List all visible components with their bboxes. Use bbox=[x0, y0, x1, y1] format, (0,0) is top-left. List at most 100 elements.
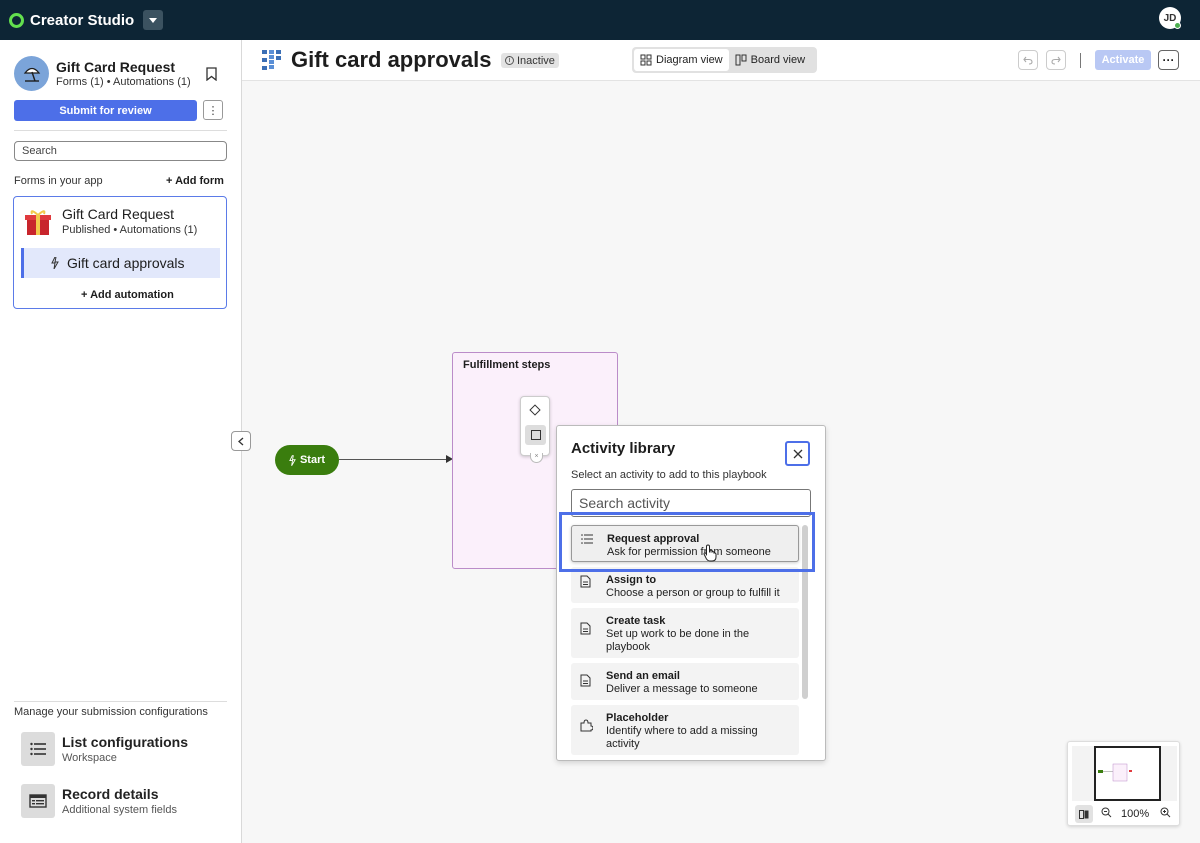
view-toggle: Diagram view Board view bbox=[632, 47, 817, 73]
diagram-view-button[interactable]: Diagram view bbox=[634, 49, 729, 71]
minimap-viewport[interactable] bbox=[1072, 746, 1177, 801]
activity-create-task[interactable]: Create task Set up work to be done in th… bbox=[571, 608, 799, 658]
app-subtitle: Forms (1) • Automations (1) bbox=[56, 76, 191, 88]
caret-down-icon bbox=[149, 17, 158, 23]
minimap-frame[interactable] bbox=[1094, 746, 1161, 801]
playbook-header: Gift card approvals i Inactive Diagram v… bbox=[242, 40, 1200, 81]
activity-title: Create task bbox=[606, 615, 666, 627]
activity-description: Choose a person or group to fulfill it bbox=[606, 587, 780, 599]
start-node[interactable]: Start bbox=[275, 445, 339, 475]
connector-line bbox=[339, 459, 447, 460]
activity-library-panel: Activity library Select an activity to a… bbox=[556, 425, 826, 761]
diagram-icon bbox=[640, 54, 652, 66]
sidebar-search-input[interactable] bbox=[14, 141, 227, 161]
config-subtitle: Workspace bbox=[62, 752, 117, 764]
manage-configurations-label: Manage your submission configurations bbox=[14, 706, 208, 718]
diamond-shape-icon[interactable] bbox=[529, 404, 541, 416]
close-icon bbox=[793, 449, 802, 458]
board-icon bbox=[735, 54, 747, 66]
square-icon bbox=[530, 430, 541, 440]
activity-description: Deliver a message to someone bbox=[606, 683, 758, 695]
info-icon: i bbox=[505, 56, 514, 65]
zoom-out-icon bbox=[1101, 807, 1112, 818]
activity-title: Placeholder bbox=[606, 712, 669, 724]
list-configurations-item[interactable]: List configurations Workspace bbox=[21, 732, 188, 766]
activity-title: Send an email bbox=[606, 670, 680, 682]
activity-description: Set up work to be done in the playbook bbox=[606, 628, 750, 653]
undo-icon bbox=[1023, 56, 1033, 65]
divider bbox=[1080, 53, 1081, 68]
brand-dropdown-button[interactable] bbox=[143, 10, 164, 30]
start-label: Start bbox=[299, 454, 326, 466]
activity-send-an-email[interactable]: Send an email Deliver a message to someo… bbox=[571, 663, 799, 700]
brand[interactable]: Creator Studio bbox=[9, 10, 164, 30]
toggle-minimap-button[interactable] bbox=[1075, 805, 1093, 823]
automation-item-gift-card-approvals[interactable]: Gift card approvals bbox=[21, 248, 220, 278]
gift-box-icon bbox=[25, 210, 51, 235]
bookmark-button[interactable] bbox=[206, 67, 217, 86]
redo-icon bbox=[1051, 56, 1061, 65]
form-card[interactable]: Gift Card Request Published • Automation… bbox=[13, 196, 227, 309]
list-icon bbox=[21, 732, 55, 766]
diagram-view-label: Diagram view bbox=[656, 54, 723, 66]
app-header: Gift Card Request Forms (1) • Automation… bbox=[14, 56, 191, 91]
divider bbox=[14, 130, 227, 131]
config-subtitle: Additional system fields bbox=[62, 804, 177, 816]
puzzle-icon bbox=[580, 719, 593, 732]
config-title: Record details bbox=[62, 786, 159, 802]
zoom-in-icon bbox=[1160, 807, 1171, 818]
user-avatar[interactable]: JD bbox=[1159, 7, 1181, 29]
submit-for-review-button[interactable]: Submit for review bbox=[14, 100, 197, 121]
form-title: Gift Card Request bbox=[62, 206, 175, 222]
board-view-label: Board view bbox=[750, 54, 806, 66]
activity-assign-to[interactable]: Assign to Choose a person or group to fu… bbox=[571, 567, 799, 603]
more-vertical-icon: ⋮ bbox=[207, 104, 219, 117]
document-icon bbox=[580, 622, 591, 635]
group-title: Fulfillment steps bbox=[463, 359, 551, 371]
lightning-icon bbox=[51, 257, 59, 269]
page-title: Gift card approvals bbox=[291, 47, 492, 72]
zoom-controls: 100% bbox=[1068, 804, 1181, 824]
brand-name: Creator Studio bbox=[30, 11, 135, 29]
zoom-out-button[interactable] bbox=[1101, 807, 1112, 821]
divider bbox=[14, 701, 227, 702]
app-title: Gift Card Request bbox=[56, 59, 176, 75]
activity-description: Identify where to add a missing activity bbox=[606, 725, 758, 750]
app-menu-button[interactable]: ⋮ bbox=[203, 100, 223, 120]
undo-button[interactable] bbox=[1018, 50, 1038, 70]
collapse-sidebar-button[interactable] bbox=[231, 431, 251, 451]
zoom-level: 100% bbox=[1121, 808, 1150, 820]
bookmark-icon bbox=[206, 67, 217, 82]
rectangle-shape-option[interactable] bbox=[525, 425, 546, 445]
panel-title: Activity library bbox=[571, 440, 676, 457]
zoom-in-button[interactable] bbox=[1160, 807, 1171, 821]
document-icon bbox=[580, 575, 591, 588]
minimap-preview bbox=[1098, 763, 1132, 782]
chevron-left-icon bbox=[238, 437, 244, 445]
map-icon bbox=[1079, 809, 1089, 819]
record-details-item[interactable]: Record details Additional system fields bbox=[21, 784, 177, 818]
panel-subtitle: Select an activity to add to this playbo… bbox=[571, 469, 767, 481]
more-options-button[interactable]: ··· bbox=[1158, 50, 1179, 70]
online-status-dot bbox=[1174, 22, 1181, 29]
automation-label: Gift card approvals bbox=[67, 255, 185, 271]
activity-placeholder[interactable]: Placeholder Identify where to add a miss… bbox=[571, 705, 799, 755]
add-automation-button[interactable]: + Add automation bbox=[81, 289, 174, 301]
highlight-box bbox=[559, 512, 815, 572]
activity-title: Assign to bbox=[606, 574, 657, 586]
brand-logo-icon bbox=[9, 12, 24, 28]
status-label: Inactive bbox=[517, 54, 555, 67]
beach-umbrella-icon bbox=[23, 67, 40, 82]
board-view-button[interactable]: Board view bbox=[729, 49, 811, 71]
playbook-icon bbox=[262, 50, 281, 70]
form-subtitle: Published • Automations (1) bbox=[62, 224, 198, 236]
close-button[interactable] bbox=[785, 441, 810, 466]
activate-button[interactable]: Activate bbox=[1095, 50, 1151, 70]
redo-button[interactable] bbox=[1046, 50, 1066, 70]
add-form-button[interactable]: + Add form bbox=[166, 175, 224, 187]
record-icon bbox=[21, 784, 55, 818]
top-bar: Creator Studio JD bbox=[0, 0, 1200, 40]
status-badge: i Inactive bbox=[501, 53, 559, 68]
config-title: List configurations bbox=[62, 734, 188, 750]
document-icon bbox=[580, 674, 591, 687]
